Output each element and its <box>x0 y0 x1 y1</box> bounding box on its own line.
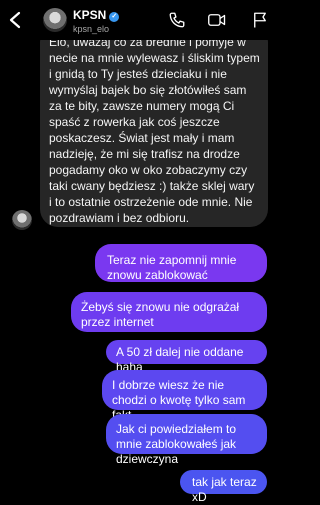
sent-message[interactable]: Teraz nie zapomnij mnie znowu zablokować <box>95 244 267 282</box>
sender-avatar-small[interactable] <box>12 210 32 230</box>
avatar[interactable] <box>43 8 67 32</box>
video-call-icon[interactable] <box>207 11 227 29</box>
received-message[interactable]: Elo, uważaj co za brednie i pomyje w nec… <box>40 24 268 227</box>
contact-name-text: KPSN <box>73 8 107 22</box>
contact-name[interactable]: KPSN ✓ <box>73 8 120 22</box>
sent-message[interactable]: Jak ci powiedziałem to mnie zablokowałeś… <box>106 414 267 466</box>
verified-badge-icon: ✓ <box>109 12 120 22</box>
phone-icon[interactable] <box>168 11 186 29</box>
sent-message[interactable]: Żebyś się znowu nie odgrażał przez inter… <box>71 292 267 332</box>
sent-message[interactable]: tak jak teraz xD <box>180 470 267 504</box>
flag-icon[interactable] <box>252 11 268 29</box>
sent-message[interactable]: I dobrze wiesz że nie chodzi o kwotę tyl… <box>102 370 267 422</box>
contact-handle: kpsn_elo <box>73 24 110 34</box>
chat-header: KPSN ✓ kpsn_elo <box>0 0 285 40</box>
sent-message[interactable]: A 50 zł dalej nie oddane haha <box>106 340 267 374</box>
back-arrow-icon[interactable] <box>8 11 22 29</box>
